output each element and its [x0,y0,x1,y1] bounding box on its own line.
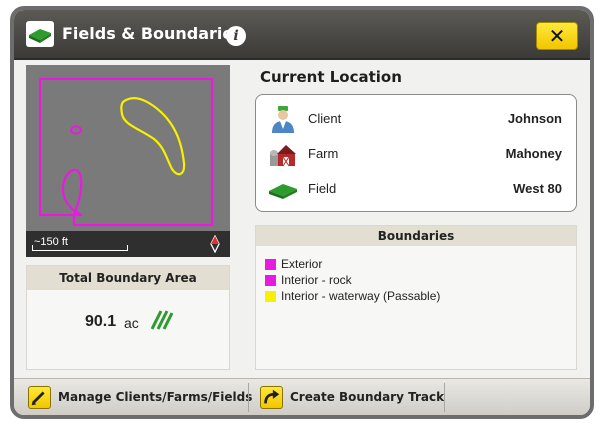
total-boundary-area-panel: Total Boundary Area 90.1 ac [26,265,230,370]
toolbar-divider [444,383,445,412]
map-footer: ~150 ft [26,231,230,257]
boundary-legend-label: Exterior [281,257,323,271]
curved-arrow-icon [260,386,283,409]
manage-button-label: Manage Clients/Farms/Fields [58,390,253,404]
client-label: Client [308,111,342,126]
manage-clients-farms-fields-button[interactable]: Manage Clients/Farms/Fields [20,381,252,414]
location-row-client[interactable]: Client Johnson [256,101,576,135]
dialog-title: Fields & Boundaries [62,24,243,43]
farm-label: Farm [308,146,339,161]
bottom-toolbar: Manage Clients/Farms/Fields Create Bound… [14,378,590,415]
field-icon [269,184,297,199]
farm-value: Mahoney [505,146,562,161]
total-area-header: Total Boundary Area [27,266,229,290]
info-icon[interactable]: i [226,26,246,46]
interior-rock-boundary [70,125,82,135]
create-button-label: Create Boundary Track [290,390,445,404]
current-location-title: Current Location [260,68,402,86]
location-row-farm[interactable]: Farm Mahoney [256,136,576,170]
farm-barn-icon [270,145,296,167]
client-person-icon [272,106,294,133]
boundaries-panel: Boundaries Exterior Interior - rock Inte… [255,225,577,370]
boundary-map[interactable]: ~150 ft [26,65,230,257]
current-location-card[interactable]: Client Johnson Farm Mahoney Field West 8… [255,94,577,212]
boundary-map-canvas [38,77,214,227]
interior-rock-swatch [265,275,276,286]
boundary-legend-label: Interior - rock [281,273,352,287]
field-label: Field [308,181,337,196]
total-area-value: 90.1 [85,313,117,330]
field-icon [26,21,54,47]
map-scale-label: ~150 ft [34,236,68,248]
field-value: West 80 [513,181,562,196]
hatched-area-icon [151,310,173,330]
interior-waterway-boundary [120,97,186,176]
fields-boundaries-dialog: Fields & Boundaries i ✕ ~150 ft Total Bo… [10,6,594,419]
title-bar: Fields & Boundaries i ✕ [14,10,590,60]
boundary-legend-label: Interior - waterway (Passable) [281,289,441,303]
location-row-field[interactable]: Field West 80 [256,171,576,205]
interior-waterway-swatch [265,291,276,302]
client-value: Johnson [507,111,562,126]
close-button[interactable]: ✕ [536,22,578,50]
toolbar-divider [248,383,249,412]
exterior-swatch [265,259,276,270]
north-arrow-icon [210,235,220,253]
create-boundary-track-button[interactable]: Create Boundary Track [252,381,445,414]
boundaries-header: Boundaries [256,226,576,246]
total-area-unit: ac [124,315,139,331]
pencil-icon [28,386,51,409]
